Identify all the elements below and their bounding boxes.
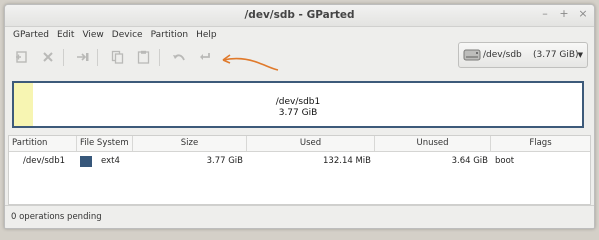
cell-size: 3.77 GiB bbox=[206, 156, 243, 166]
apply-icon bbox=[200, 53, 210, 60]
partition-map-name: /dev/sdb1 bbox=[275, 97, 321, 107]
cell-partition: /dev/sdb1 bbox=[23, 156, 66, 166]
partition-block[interactable]: /dev/sdb1 3.77 GiB bbox=[14, 83, 582, 126]
window-controls: – + × bbox=[540, 8, 588, 20]
close-button[interactable]: × bbox=[578, 8, 588, 20]
menu-device[interactable]: Device bbox=[108, 27, 147, 43]
table-row[interactable]: /dev/sdb1 ext4 3.77 GiB 132.14 MiB 3.64 … bbox=[9, 153, 590, 169]
harddisk-icon bbox=[463, 49, 481, 61]
toolbar-separator bbox=[159, 49, 160, 66]
device-selector[interactable]: /dev/sdb (3.77 GiB) ▼ bbox=[458, 42, 588, 68]
menu-edit[interactable]: Edit bbox=[53, 27, 78, 43]
column-header-filesystem[interactable]: File System bbox=[77, 136, 133, 151]
menu-gparted[interactable]: GParted bbox=[9, 27, 53, 43]
toolbar-separator bbox=[63, 49, 64, 66]
window-title: /dev/sdb - GParted bbox=[244, 9, 355, 21]
delete-icon bbox=[43, 52, 53, 62]
new-partition-icon bbox=[16, 51, 27, 63]
menu-help[interactable]: Help bbox=[192, 27, 221, 43]
column-header-partition[interactable]: Partition bbox=[9, 136, 77, 151]
menu-view[interactable]: View bbox=[78, 27, 107, 43]
title-bar: /dev/sdb - GParted – + × bbox=[5, 5, 594, 27]
chevron-down-icon: ▼ bbox=[577, 51, 583, 59]
resize-move-icon bbox=[77, 53, 89, 61]
copy-button[interactable] bbox=[109, 49, 125, 65]
paste-icon bbox=[137, 50, 149, 64]
cell-used: 132.14 MiB bbox=[323, 156, 371, 166]
delete-button[interactable] bbox=[40, 49, 56, 65]
column-header-unused[interactable]: Unused bbox=[375, 136, 491, 151]
menu-partition[interactable]: Partition bbox=[147, 27, 193, 43]
cell-unused: 3.64 GiB bbox=[451, 156, 488, 166]
partition-table: Partition File System Size Used Unused F… bbox=[8, 135, 591, 205]
copy-icon bbox=[111, 50, 123, 64]
column-header-size[interactable]: Size bbox=[133, 136, 247, 151]
maximize-button[interactable]: + bbox=[559, 8, 569, 20]
undo-button[interactable] bbox=[171, 49, 187, 65]
new-partition-button[interactable] bbox=[13, 49, 29, 65]
cell-filesystem: ext4 bbox=[101, 156, 120, 166]
gparted-window: /dev/sdb - GParted – + × GParted Edit Vi… bbox=[4, 4, 595, 229]
resize-move-button[interactable] bbox=[75, 49, 91, 65]
filesystem-color-swatch bbox=[80, 156, 92, 167]
device-size: (3.77 GiB) bbox=[533, 50, 579, 60]
device-name: /dev/sdb bbox=[483, 50, 522, 60]
status-bar: 0 operations pending bbox=[5, 205, 594, 228]
partition-map-size: 3.77 GiB bbox=[278, 108, 318, 118]
annotation-arrow-icon bbox=[222, 54, 279, 71]
undo-icon bbox=[173, 54, 185, 61]
apply-button[interactable] bbox=[197, 49, 213, 65]
cell-flags: boot bbox=[495, 156, 515, 166]
minimize-button[interactable]: – bbox=[540, 8, 550, 20]
status-text: 0 operations pending bbox=[11, 212, 102, 222]
paste-button[interactable] bbox=[135, 49, 151, 65]
menu-bar: GParted Edit View Device Partition Help bbox=[9, 27, 221, 43]
column-header-used[interactable]: Used bbox=[247, 136, 375, 151]
toolbar-separator bbox=[97, 49, 98, 66]
column-header-flags[interactable]: Flags bbox=[491, 136, 590, 151]
partition-map: /dev/sdb1 3.77 GiB bbox=[12, 81, 584, 128]
table-header: Partition File System Size Used Unused F… bbox=[9, 136, 590, 152]
